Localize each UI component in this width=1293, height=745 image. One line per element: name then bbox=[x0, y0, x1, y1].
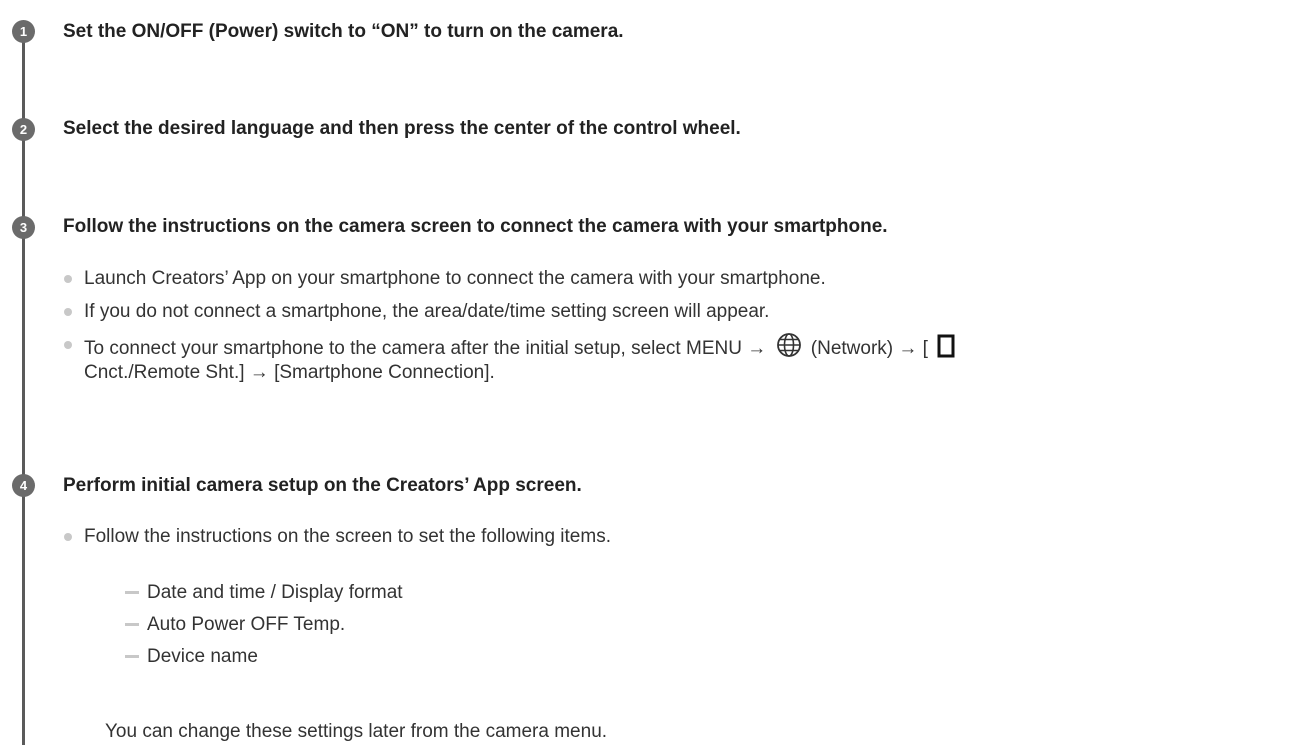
bullet-dot-icon bbox=[64, 533, 72, 541]
step-4-subitem-1: Date and time / Display format bbox=[125, 580, 403, 606]
bullet-dot-icon bbox=[64, 275, 72, 283]
step-1-badge: 1 bbox=[12, 20, 35, 43]
step-4-subitem-3: Device name bbox=[125, 644, 258, 670]
bullet-dot-icon bbox=[64, 341, 72, 349]
step-3-badge: 3 bbox=[12, 216, 35, 239]
dash-icon bbox=[125, 655, 139, 658]
bullet-dot-icon bbox=[64, 308, 72, 316]
step-4-subitem-2: Auto Power OFF Temp. bbox=[125, 612, 346, 638]
globe-icon bbox=[776, 332, 802, 366]
step-4-badge: 4 bbox=[12, 474, 35, 497]
dash-icon bbox=[125, 623, 139, 626]
dash-icon bbox=[125, 591, 139, 594]
step-4-subitem-3-text: Device name bbox=[147, 646, 258, 667]
step-4-title: Perform initial camera setup on the Crea… bbox=[63, 475, 582, 496]
step-3-bullet-2: If you do not connect a smartphone, the … bbox=[64, 299, 770, 325]
step-4-subitem-2-text: Auto Power OFF Temp. bbox=[147, 614, 346, 635]
step-3-bullet-1: Launch Creators’ App on your smartphone … bbox=[64, 266, 826, 292]
step-3-bullet-2-text: If you do not connect a smartphone, the … bbox=[84, 301, 770, 322]
step-3-bullet-3-text: To connect your smartphone to the camera… bbox=[84, 338, 767, 359]
step-2-badge: 2 bbox=[12, 118, 35, 141]
step-2-title: Select the desired language and then pre… bbox=[63, 118, 741, 139]
step-3-bullet-3-line2-text: Cnct./Remote Sht.] → [Smartphone Connect… bbox=[84, 362, 495, 383]
step-1-title: Set the ON/OFF (Power) switch to “ON” to… bbox=[63, 21, 624, 42]
step-3-title: Follow the instructions on the camera sc… bbox=[63, 216, 888, 237]
rectangle-icon bbox=[937, 334, 955, 366]
step-4-bullet-1-text: Follow the instructions on the screen to… bbox=[84, 526, 611, 547]
step-3-bullet-1-text: Launch Creators’ App on your smartphone … bbox=[84, 268, 826, 289]
step-3-bullet-3-continued: Cnct./Remote Sht.] → [Smartphone Connect… bbox=[84, 360, 495, 386]
step-4-bullet-1: Follow the instructions on the screen to… bbox=[64, 524, 611, 550]
step-3-bullet-3-network-text: (Network) → [ bbox=[810, 338, 928, 359]
step-4-subitem-1-text: Date and time / Display format bbox=[147, 582, 403, 603]
step-4-note: You can change these settings later from… bbox=[105, 721, 608, 742]
